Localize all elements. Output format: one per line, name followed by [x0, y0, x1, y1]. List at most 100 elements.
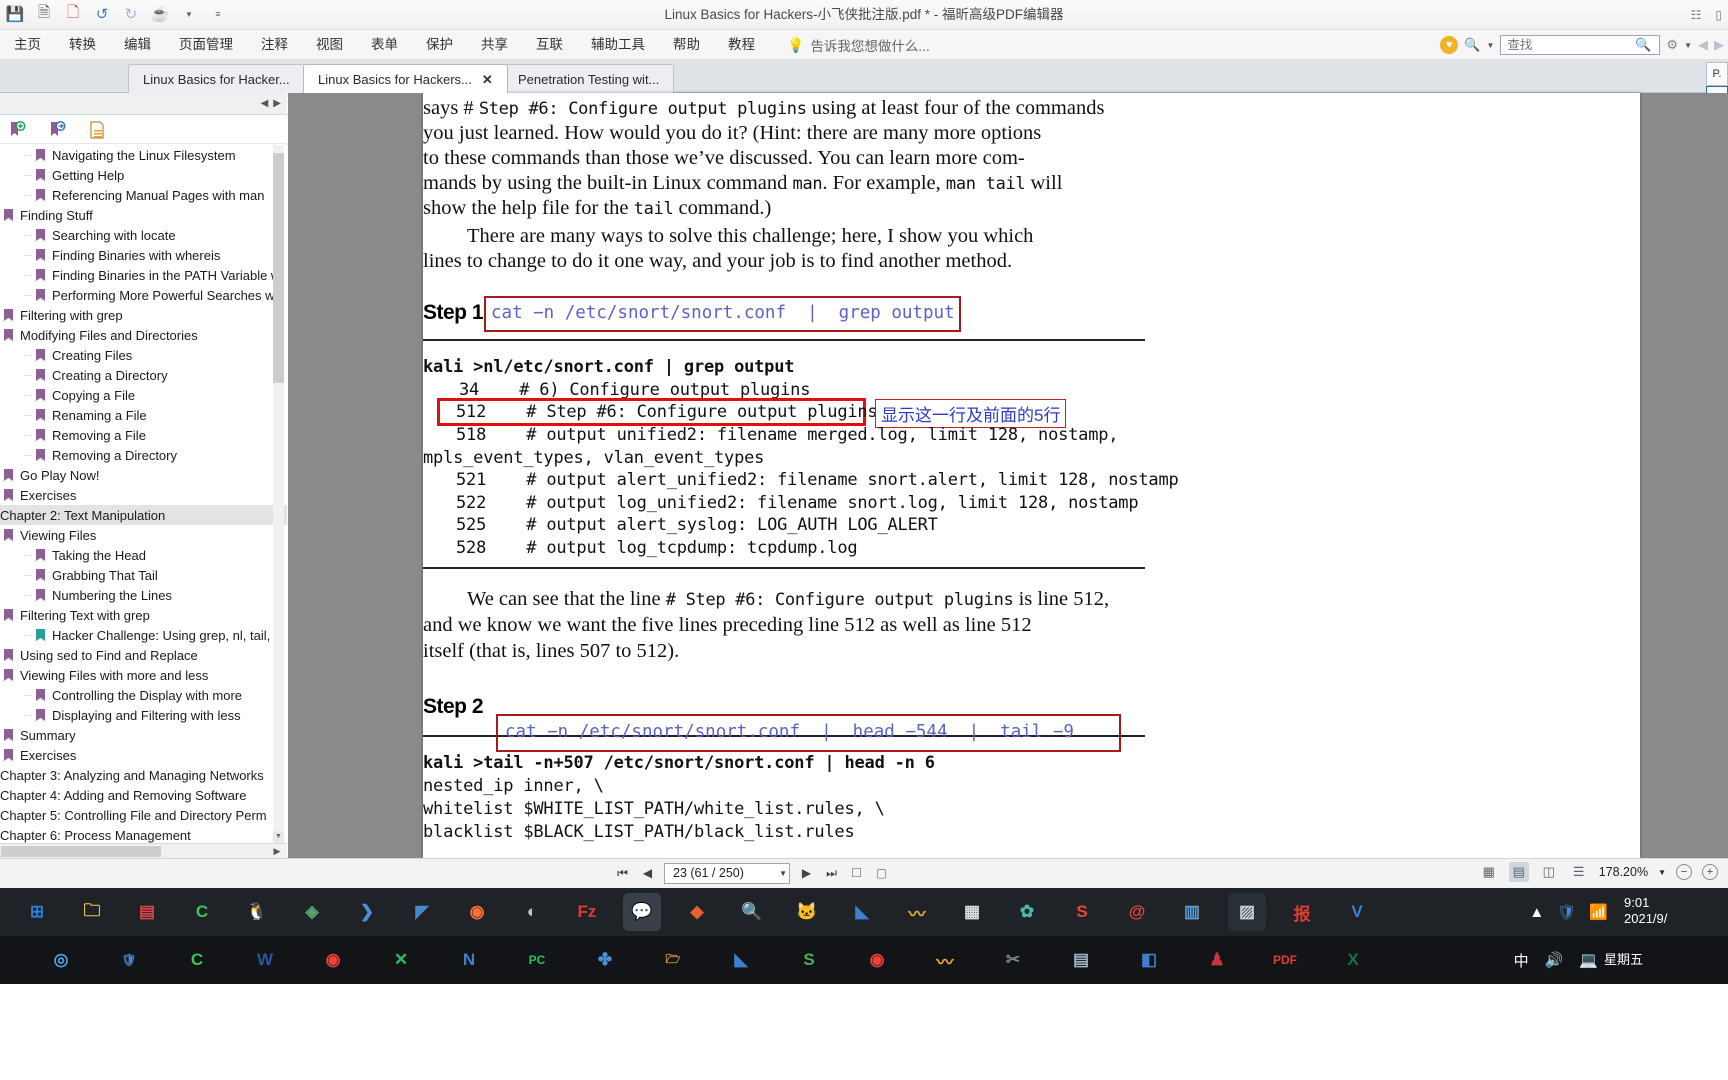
teal-gear-icon[interactable]: ✿: [1008, 893, 1046, 931]
heart-icon[interactable]: ♥: [1440, 36, 1459, 54]
next-page-icon[interactable]: ▶: [798, 862, 815, 884]
bookmark-item[interactable]: ⋯ Referencing Manual Pages with man: [0, 185, 287, 205]
wechat-icon[interactable]: 💬: [623, 893, 661, 931]
add-bookmark-icon[interactable]: [6, 119, 28, 141]
new-page-icon[interactable]: 🗋: [62, 3, 84, 25]
bookmark-item[interactable]: ⋯ Renaming a File: [0, 405, 287, 425]
excel-icon[interactable]: X: [1334, 941, 1372, 979]
redo-icon[interactable]: ↻: [120, 3, 142, 25]
red-spiral-icon[interactable]: ◉: [858, 941, 896, 979]
menu-form[interactable]: 表单: [357, 30, 412, 60]
document-viewport[interactable]: says # Step #6: Configure output plugins…: [288, 93, 1728, 858]
edit-bookmark-icon[interactable]: [46, 119, 68, 141]
search-input[interactable]: [1507, 38, 1636, 52]
ime-indicator[interactable]: 中: [1514, 950, 1529, 971]
bookmark-item[interactable]: ⋯ Hacker Challenge: Using grep, nl, tail,: [0, 625, 287, 645]
search-caret-icon[interactable]: ▼: [1487, 41, 1495, 50]
wave2-icon[interactable]: 〰: [926, 941, 964, 979]
red-app-icon[interactable]: ▤: [128, 893, 166, 931]
bookmark-item[interactable]: Chapter 3: Analyzing and Managing Networ…: [0, 765, 287, 785]
doc-tab-2[interactable]: Linux Basics for Hackers... ✕: [303, 64, 508, 93]
green-s-icon[interactable]: S: [790, 941, 828, 979]
gear-caret-icon[interactable]: ▼: [1684, 41, 1692, 50]
search-doc-icon[interactable]: 🔍: [1464, 37, 1480, 53]
bookmark-item[interactable]: ⋯ Copying a File: [0, 385, 287, 405]
menu-help[interactable]: 帮助: [659, 30, 714, 60]
continuous-icon[interactable]: ▤: [1508, 862, 1529, 882]
bookmark-item[interactable]: ⋯ Displaying and Filtering with less: [0, 705, 287, 725]
word-icon[interactable]: W: [246, 941, 284, 979]
chevron-up-icon[interactable]: ▲: [1529, 904, 1544, 921]
menu-share[interactable]: 共享: [467, 30, 522, 60]
gear-icon[interactable]: ⚙: [1666, 37, 1678, 53]
menu-view[interactable]: 视图: [302, 30, 357, 60]
continuous-facing-icon[interactable]: ☰: [1569, 862, 1589, 882]
flag2-icon[interactable]: ◣: [722, 941, 760, 979]
bookmark-item[interactable]: Filtering Text with grep: [0, 605, 287, 625]
close-icon[interactable]: ✕: [482, 66, 493, 93]
menu-edit[interactable]: 编辑: [110, 30, 165, 60]
shield-icon[interactable]: 🛡: [110, 941, 148, 979]
last-page-icon[interactable]: ⏭: [823, 862, 840, 884]
menu-page-manage[interactable]: 页面管理: [165, 30, 247, 60]
bookmark-item[interactable]: ⋯ Numbering the Lines: [0, 585, 287, 605]
pdf-page[interactable]: says # Step #6: Configure output plugins…: [423, 93, 1640, 858]
bookmark-vertical-scrollbar[interactable]: [273, 145, 284, 858]
bookmark-list[interactable]: ⋯ Navigating the Linux Filesystem ⋯ Getting…: [0, 145, 287, 858]
magnifier-icon[interactable]: 🔍: [1635, 37, 1651, 53]
doc-tab-1[interactable]: Linux Basics for Hacker...: [128, 64, 305, 93]
menu-home[interactable]: 主页: [0, 30, 55, 60]
bookmark-item[interactable]: ⋯ Controlling the Display with more: [0, 685, 287, 705]
flyout-row-p[interactable]: P.: [1706, 62, 1728, 86]
chart-icon[interactable]: ▦: [953, 893, 991, 931]
spiral-icon[interactable]: @: [1118, 893, 1156, 931]
pdf-icon[interactable]: PDF: [1266, 941, 1304, 979]
menu-comment[interactable]: 注释: [247, 30, 302, 60]
bookmark-horizontal-scrollbar[interactable]: ▶: [0, 843, 287, 858]
xmind-icon[interactable]: ✕: [382, 941, 420, 979]
clover-icon[interactable]: ✤: [586, 941, 624, 979]
bookmark-item[interactable]: ⋯ Removing a File: [0, 425, 287, 445]
cat-icon[interactable]: 🐱: [788, 893, 826, 931]
chrome-icon[interactable]: ◉: [314, 941, 352, 979]
start-icon[interactable]: ⊞: [18, 893, 56, 931]
browser2-icon[interactable]: ◎: [42, 941, 80, 979]
blue2-icon[interactable]: ◧: [1130, 941, 1168, 979]
minimize-icon[interactable]: ▯: [1715, 8, 1722, 22]
quick-access-caret-icon[interactable]: ▼: [178, 3, 200, 25]
c-green-icon[interactable]: C: [178, 941, 216, 979]
save-as-icon[interactable]: 🗎: [33, 3, 55, 25]
person-icon[interactable]: ♟: [1198, 941, 1236, 979]
green-c-icon[interactable]: C: [183, 893, 221, 931]
bookmark-item[interactable]: Chapter 5: Controlling File and Director…: [0, 805, 287, 825]
bookmark-item[interactable]: Viewing Files: [0, 525, 287, 545]
bookmark-item[interactable]: ⋯ Grabbing That Tail: [0, 565, 287, 585]
bookmark-item[interactable]: Exercises: [0, 745, 287, 765]
bookmark-item[interactable]: ⋯ Finding Binaries in the PATH Variable w: [0, 265, 287, 285]
bookmark-scroll-thumb[interactable]: [273, 153, 284, 383]
tool2-icon[interactable]: ✂: [994, 941, 1032, 979]
bookmark-item[interactable]: ⋯ Getting Help: [0, 165, 287, 185]
chinese-annotation[interactable]: 显示这一行及前面的5行: [875, 399, 1067, 428]
menu-accessibility[interactable]: 辅助工具: [577, 30, 659, 60]
powershell-icon[interactable]: ❯: [348, 893, 386, 931]
firefox-icon[interactable]: ◉: [458, 893, 496, 931]
filezilla-icon[interactable]: Fz: [568, 893, 606, 931]
shield-tray-icon[interactable]: 🛡: [1557, 903, 1576, 921]
facing-icon[interactable]: ◫: [1539, 862, 1559, 882]
save-icon[interactable]: 💾: [4, 3, 26, 25]
page-number-box[interactable]: 23 (61 / 250) ▼: [664, 862, 790, 884]
stamp-icon[interactable]: ☕: [149, 3, 171, 25]
bookmark-hscroll-right[interactable]: ▶: [269, 844, 285, 859]
zoom-in-button[interactable]: +: [1702, 864, 1718, 880]
rotate-view-icon[interactable]: ☐: [848, 862, 865, 884]
network-icon[interactable]: 💻: [1579, 951, 1598, 969]
menu-tutorial[interactable]: 教程: [714, 30, 769, 60]
prev-view-icon[interactable]: ◀: [1698, 37, 1708, 53]
find-box[interactable]: 🔍: [1500, 35, 1661, 55]
tell-me-box[interactable]: 💡 告诉我您想做什么...: [769, 35, 930, 55]
menu-connect[interactable]: 互联: [522, 30, 577, 60]
search-icon[interactable]: 🔍: [733, 893, 771, 931]
prev-page-icon[interactable]: ◀: [639, 862, 656, 884]
news-icon[interactable]: ▥: [1173, 893, 1211, 931]
